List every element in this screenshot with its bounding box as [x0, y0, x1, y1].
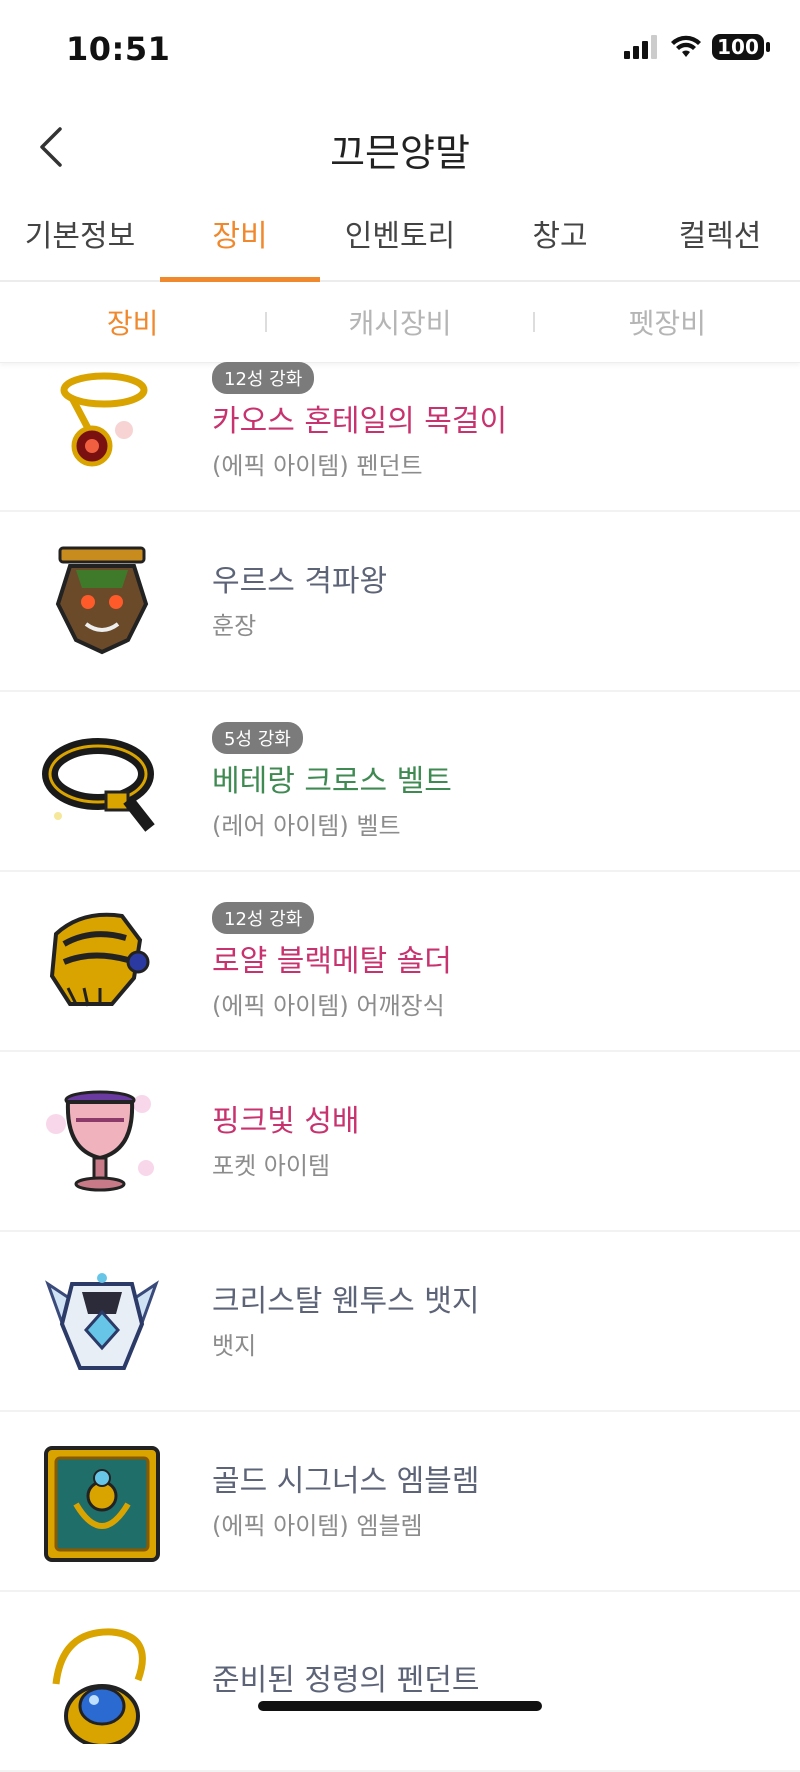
item-name: 로얄 블랙메탈 숄더: [212, 943, 452, 979]
signal-icon: [624, 35, 657, 59]
shoulder-icon: [49, 912, 150, 1007]
badge-icon: [45, 1273, 159, 1370]
list-item[interactable]: 5성 강화 베테랑 크로스 벨트 (레어 아이템) 벨트: [0, 692, 800, 872]
tab-inventory[interactable]: 인벤토리: [320, 200, 480, 280]
subtab-pet-equipment[interactable]: 펫장비: [535, 302, 800, 342]
item-text: 우르스 격파왕 훈장: [212, 512, 387, 690]
status-icons: 100: [624, 34, 770, 60]
list-item[interactable]: 크리스탈 웬투스 뱃지 뱃지: [0, 1232, 800, 1412]
star-force-badge: 12성 강화: [212, 901, 315, 934]
item-name: 카오스 혼테일의 목걸이: [212, 404, 508, 439]
item-text: 핑크빛 성배 포켓 아이템: [212, 1052, 360, 1230]
item-grade: (에픽 아이템) 어깨장식: [212, 991, 445, 1020]
item-text: 크리스탈 웬투스 뱃지 뱃지: [212, 1232, 479, 1410]
list-item[interactable]: 12성 강화 카오스 혼테일의 목걸이 (에픽 아이템) 펜던트: [0, 362, 800, 512]
item-name: 준비된 정령의 펜던트: [212, 1663, 480, 1698]
star-force-badge: 12성 강화: [212, 362, 315, 394]
chalice-icon: [46, 1090, 154, 1192]
equipment-list: 12성 강화 카오스 혼테일의 목걸이 (에픽 아이템) 펜던트 우르스 격파왕…: [0, 362, 800, 1772]
tab-basic-info[interactable]: 기본정보: [0, 200, 160, 280]
status-bar: 10:51 100: [0, 0, 800, 100]
item-text: 12성 강화 로얄 블랙메탈 숄더 (에픽 아이템) 어깨장식: [212, 872, 452, 1050]
item-name: 베테랑 크로스 벨트: [212, 763, 452, 799]
list-item[interactable]: 핑크빛 성배 포켓 아이템: [0, 1052, 800, 1232]
status-time: 10:51: [66, 30, 171, 68]
item-name: 우르스 격파왕: [212, 563, 388, 599]
page-title: 끄믄양말: [330, 131, 470, 175]
list-item[interactable]: 준비된 정령의 펜던트: [0, 1592, 800, 1772]
tab-equipment-label: 장비: [212, 219, 268, 254]
home-indicator: [258, 1701, 542, 1711]
main-tabs: 기본정보 장비 인벤토리 창고 컬렉션: [0, 200, 800, 282]
tab-equipment[interactable]: 장비: [160, 200, 320, 282]
emblem-icon: [44, 1446, 160, 1562]
item-grade: 포켓 아이템: [212, 1151, 331, 1180]
belt-icon: [42, 738, 155, 832]
tab-collection[interactable]: 컬렉션: [640, 200, 800, 280]
battery-icon: 100: [712, 34, 770, 60]
item-name: 크리스탈 웬투스 뱃지: [212, 1283, 480, 1319]
battery-level: 100: [717, 35, 759, 59]
necklace-icon: [60, 372, 148, 467]
list-item[interactable]: 골드 시그너스 엠블렘 (에픽 아이템) 엠블렘: [0, 1412, 800, 1592]
item-text: 골드 시그너스 엠블렘 (에픽 아이템) 엠블렘: [212, 1412, 479, 1590]
item-name: 핑크빛 성배: [212, 1103, 360, 1139]
item-grade: 훈장: [212, 611, 257, 640]
item-text: 12성 강화 카오스 혼테일의 목걸이 (에픽 아이템) 펜던트: [212, 362, 507, 510]
star-force-badge: 5성 강화: [212, 721, 303, 754]
item-grade: (에픽 아이템) 엠블렘: [212, 1511, 423, 1540]
nav-bar: 끄믄양말: [0, 100, 800, 190]
medal-icon: [55, 546, 149, 655]
subtab-equipment[interactable]: 장비: [0, 302, 265, 342]
item-text: 준비된 정령의 펜던트: [212, 1592, 479, 1770]
wifi-icon: [671, 35, 701, 57]
item-grade: (레어 아이템) 벨트: [212, 811, 401, 840]
item-grade: (에픽 아이템) 펜던트: [212, 452, 423, 480]
item-text: 5성 강화 베테랑 크로스 벨트 (레어 아이템) 벨트: [212, 692, 452, 870]
item-grade: 뱃지: [212, 1331, 257, 1360]
sub-tabs: 장비 캐시장비 펫장비: [0, 282, 800, 363]
list-item[interactable]: 12성 강화 로얄 블랙메탈 숄더 (에픽 아이템) 어깨장식: [0, 872, 800, 1052]
item-name: 골드 시그너스 엠블렘: [212, 1463, 480, 1499]
pendant-icon: [52, 1628, 146, 1744]
subtab-cash-equipment[interactable]: 캐시장비: [267, 302, 532, 342]
tab-storage[interactable]: 창고: [480, 200, 640, 280]
list-item[interactable]: 우르스 격파왕 훈장: [0, 512, 800, 692]
